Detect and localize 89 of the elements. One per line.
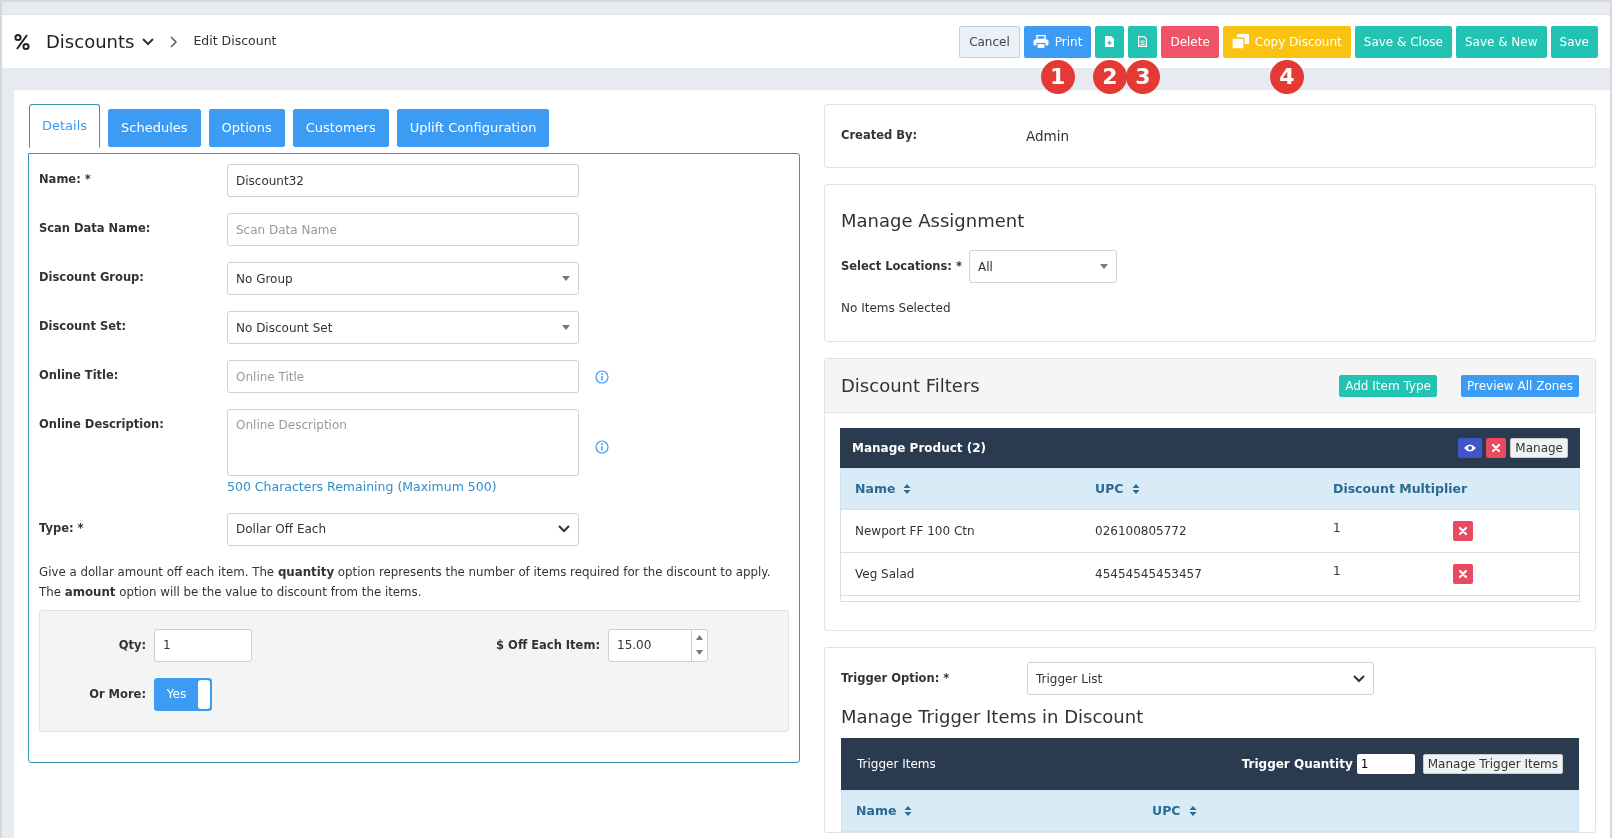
field-value: Admin bbox=[1026, 126, 1070, 146]
sort-icon[interactable] bbox=[904, 805, 913, 817]
tab[interactable]: Details bbox=[29, 104, 101, 148]
close-icon bbox=[1490, 442, 1503, 454]
table-cell-text: Veg Salad bbox=[855, 566, 916, 583]
delete-button[interactable]: Delete bbox=[1161, 25, 1219, 58]
field-label: $ Off Each Item: bbox=[495, 636, 601, 654]
quantity-field[interactable]: 1 bbox=[1356, 754, 1415, 774]
caret-down-icon bbox=[562, 276, 570, 281]
remove-button[interactable] bbox=[1486, 438, 1507, 458]
module-title[interactable]: Discounts bbox=[46, 28, 135, 55]
status-text: No Items Selected bbox=[841, 300, 952, 317]
field-label: Trigger Option: * bbox=[841, 669, 951, 687]
field-label: Online Description: bbox=[39, 416, 165, 433]
section-title: Discount Filters bbox=[841, 374, 981, 398]
tab[interactable]: Customers bbox=[292, 109, 389, 147]
close-icon bbox=[1457, 525, 1469, 537]
dropdown-field[interactable]: Dollar Off Each bbox=[227, 512, 579, 546]
column-header[interactable]: Discount Multiplier bbox=[1333, 479, 1468, 499]
sort-icon[interactable] bbox=[1188, 805, 1197, 817]
column-header[interactable]: UPC bbox=[1095, 479, 1124, 499]
field-label: Trigger Quantity bbox=[1241, 756, 1353, 773]
table-cell-text: Newport FF 100 Ctn bbox=[855, 523, 976, 540]
field-label: Discount Group: bbox=[39, 269, 145, 286]
input-field[interactable]: Online Title bbox=[227, 360, 579, 393]
field-label: Created By: bbox=[841, 127, 919, 145]
caret-down-icon bbox=[562, 325, 570, 330]
field-label: Qty: bbox=[117, 636, 147, 654]
manage-button[interactable]: Manage bbox=[1510, 438, 1568, 458]
table-cell-text: 1 bbox=[1333, 520, 1342, 537]
chevron-right-icon bbox=[170, 35, 178, 48]
field-label: Discount Set: bbox=[39, 318, 128, 335]
cancel-button[interactable]: Cancel bbox=[959, 25, 1020, 58]
description-text: Give a dollar amount off each item. The quantity option represents the number of items required for the discount to apply. The amount option will be the value to discount from the items. bbox=[39, 563, 772, 601]
text-area[interactable]: Online Description bbox=[227, 409, 579, 476]
copy-icon bbox=[1231, 34, 1249, 49]
document-icon bbox=[1138, 36, 1148, 47]
field-label: Name: * bbox=[39, 171, 92, 188]
delete-row-button[interactable] bbox=[1453, 521, 1473, 541]
sort-icon[interactable] bbox=[1131, 483, 1140, 495]
table-cell-text: 45454545453457 bbox=[1095, 566, 1203, 583]
file-plus-icon bbox=[1105, 36, 1115, 47]
quantity-field[interactable]: 1 bbox=[154, 628, 252, 662]
delete-row-button[interactable] bbox=[1453, 564, 1473, 584]
tab[interactable]: Schedules bbox=[108, 109, 201, 147]
printer-icon bbox=[1032, 34, 1049, 49]
dropdown-field[interactable]: No Discount Set bbox=[227, 311, 579, 344]
character-count: 500 Characters Remaining (Maximum 500) bbox=[227, 478, 498, 496]
input-field[interactable]: Discount32 bbox=[227, 164, 579, 197]
chevron-down-icon[interactable] bbox=[142, 37, 155, 46]
column-header[interactable]: UPC bbox=[1152, 801, 1181, 821]
callout-number: 4 bbox=[1269, 59, 1304, 94]
info-icon[interactable] bbox=[595, 439, 609, 454]
table-cell-text: 1 bbox=[1333, 563, 1342, 580]
sort-icon[interactable] bbox=[903, 483, 912, 495]
panel-title: Manage Product (2) bbox=[852, 440, 988, 457]
close-icon bbox=[1457, 568, 1469, 580]
toggle-switch[interactable]: Yes bbox=[154, 677, 212, 711]
column-header[interactable]: Name bbox=[856, 801, 897, 821]
callout-number: 2 bbox=[1092, 59, 1127, 94]
percent-icon bbox=[14, 32, 30, 51]
dropdown-field[interactable]: Trigger List bbox=[1027, 662, 1374, 695]
table-cell-text: 026100805772 bbox=[1095, 523, 1188, 540]
tab[interactable]: Uplift Configuration bbox=[396, 109, 550, 147]
chevron-down-icon bbox=[1353, 674, 1365, 683]
field-label: Type: * bbox=[39, 519, 85, 537]
field-label: Scan Data Name: bbox=[39, 220, 152, 237]
manage-button[interactable]: Manage Trigger Items bbox=[1422, 754, 1563, 774]
callout-number: 1 bbox=[1040, 59, 1075, 94]
caret-down-icon bbox=[1100, 264, 1108, 269]
input-field[interactable]: Scan Data Name bbox=[227, 213, 579, 246]
info-icon[interactable] bbox=[595, 369, 609, 384]
tab[interactable]: Options bbox=[208, 109, 285, 147]
chevron-down-icon bbox=[558, 525, 570, 534]
section-title: Manage Trigger Items in Discount bbox=[841, 705, 1145, 729]
number-field[interactable]: 15.00 bbox=[608, 628, 708, 662]
section-title: Manage Assignment bbox=[841, 209, 1026, 233]
field-label: Online Title: bbox=[39, 367, 120, 384]
field-label: Select Locations: * bbox=[841, 257, 963, 275]
column-header[interactable]: Name bbox=[855, 479, 896, 499]
action-button[interactable]: Preview All Zones bbox=[1460, 374, 1579, 397]
dropdown-field[interactable]: No Group bbox=[227, 262, 579, 295]
dropdown-field[interactable]: All bbox=[969, 250, 1117, 283]
breadcrumb-current: Edit Discount bbox=[193, 32, 277, 51]
view-button[interactable] bbox=[1458, 438, 1483, 458]
callout-number: 3 bbox=[1125, 59, 1160, 94]
eye-icon bbox=[1463, 443, 1478, 453]
field-label: Or More: bbox=[88, 685, 147, 703]
panel-title: Trigger Items bbox=[857, 756, 937, 773]
